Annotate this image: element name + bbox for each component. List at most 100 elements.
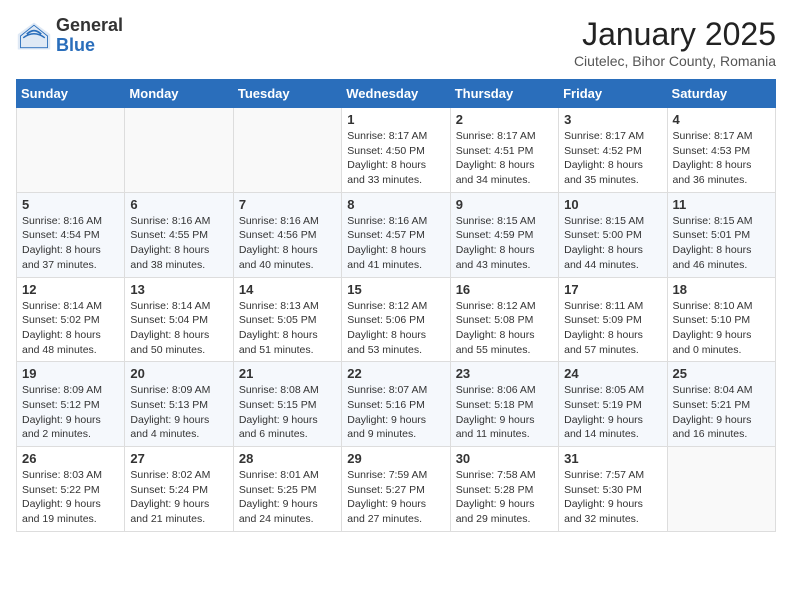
- day-number: 26: [22, 451, 119, 466]
- day-number: 22: [347, 366, 444, 381]
- calendar-day-cell: 4 Sunrise: 8:17 AM Sunset: 4:53 PM Daylig…: [667, 108, 775, 193]
- day-number: 14: [239, 282, 336, 297]
- logo: General Blue: [16, 16, 123, 56]
- day-number: 10: [564, 197, 661, 212]
- day-number: 24: [564, 366, 661, 381]
- calendar-day-cell: 18 Sunrise: 8:10 AM Sunset: 5:10 PM Dayli…: [667, 277, 775, 362]
- day-info: Sunrise: 8:12 AM Sunset: 5:06 PM Dayligh…: [347, 299, 444, 358]
- day-number: 6: [130, 197, 227, 212]
- calendar-day-cell: 24 Sunrise: 8:05 AM Sunset: 5:19 PM Dayli…: [559, 362, 667, 447]
- calendar-empty-cell: [233, 108, 341, 193]
- calendar-day-cell: 30 Sunrise: 7:58 AM Sunset: 5:28 PM Dayli…: [450, 447, 558, 532]
- day-number: 15: [347, 282, 444, 297]
- day-number: 25: [673, 366, 770, 381]
- day-info: Sunrise: 8:17 AM Sunset: 4:53 PM Dayligh…: [673, 129, 770, 188]
- day-number: 19: [22, 366, 119, 381]
- day-number: 18: [673, 282, 770, 297]
- calendar-week-row: 19 Sunrise: 8:09 AM Sunset: 5:12 PM Dayli…: [17, 362, 776, 447]
- calendar-empty-cell: [17, 108, 125, 193]
- calendar-day-cell: 15 Sunrise: 8:12 AM Sunset: 5:06 PM Dayli…: [342, 277, 450, 362]
- day-info: Sunrise: 8:14 AM Sunset: 5:02 PM Dayligh…: [22, 299, 119, 358]
- calendar-day-cell: 9 Sunrise: 8:15 AM Sunset: 4:59 PM Daylig…: [450, 192, 558, 277]
- day-info: Sunrise: 7:57 AM Sunset: 5:30 PM Dayligh…: [564, 468, 661, 527]
- location-subtitle: Ciutelec, Bihor County, Romania: [574, 53, 776, 69]
- calendar-table: SundayMondayTuesdayWednesdayThursdayFrid…: [16, 79, 776, 532]
- day-number: 31: [564, 451, 661, 466]
- day-number: 4: [673, 112, 770, 127]
- day-info: Sunrise: 8:16 AM Sunset: 4:54 PM Dayligh…: [22, 214, 119, 273]
- day-number: 1: [347, 112, 444, 127]
- day-info: Sunrise: 8:15 AM Sunset: 4:59 PM Dayligh…: [456, 214, 553, 273]
- calendar-day-cell: 13 Sunrise: 8:14 AM Sunset: 5:04 PM Dayli…: [125, 277, 233, 362]
- day-info: Sunrise: 8:17 AM Sunset: 4:52 PM Dayligh…: [564, 129, 661, 188]
- day-info: Sunrise: 8:16 AM Sunset: 4:55 PM Dayligh…: [130, 214, 227, 273]
- calendar-day-cell: 2 Sunrise: 8:17 AM Sunset: 4:51 PM Daylig…: [450, 108, 558, 193]
- calendar-day-cell: 7Sunrise: 8:16 AM Sunset: 4:56 PM Daylig…: [233, 192, 341, 277]
- day-info: Sunrise: 8:17 AM Sunset: 4:51 PM Dayligh…: [456, 129, 553, 188]
- day-info: Sunrise: 8:07 AM Sunset: 5:16 PM Dayligh…: [347, 383, 444, 442]
- calendar-day-cell: 14Sunrise: 8:13 AM Sunset: 5:05 PM Dayli…: [233, 277, 341, 362]
- logo-text: General Blue: [56, 16, 123, 56]
- logo-icon: [16, 18, 52, 54]
- calendar-header-row: SundayMondayTuesdayWednesdayThursdayFrid…: [17, 80, 776, 108]
- calendar-day-cell: 5 Sunrise: 8:16 AM Sunset: 4:54 PM Daylig…: [17, 192, 125, 277]
- day-info: Sunrise: 8:17 AM Sunset: 4:50 PM Dayligh…: [347, 129, 444, 188]
- day-info: Sunrise: 8:11 AM Sunset: 5:09 PM Dayligh…: [564, 299, 661, 358]
- day-number: 29: [347, 451, 444, 466]
- day-info: Sunrise: 8:09 AM Sunset: 5:13 PM Dayligh…: [130, 383, 227, 442]
- day-number: 11: [673, 197, 770, 212]
- day-header-thursday: Thursday: [450, 80, 558, 108]
- day-number: 27: [130, 451, 227, 466]
- calendar-day-cell: 21Sunrise: 8:08 AM Sunset: 5:15 PM Dayli…: [233, 362, 341, 447]
- day-info: Sunrise: 8:03 AM Sunset: 5:22 PM Dayligh…: [22, 468, 119, 527]
- calendar-empty-cell: [667, 447, 775, 532]
- calendar-day-cell: 25Sunrise: 8:04 AM Sunset: 5:21 PM Dayli…: [667, 362, 775, 447]
- day-info: Sunrise: 8:12 AM Sunset: 5:08 PM Dayligh…: [456, 299, 553, 358]
- calendar-day-cell: 12Sunrise: 8:14 AM Sunset: 5:02 PM Dayli…: [17, 277, 125, 362]
- day-info: Sunrise: 8:10 AM Sunset: 5:10 PM Dayligh…: [673, 299, 770, 358]
- day-info: Sunrise: 8:14 AM Sunset: 5:04 PM Dayligh…: [130, 299, 227, 358]
- calendar-week-row: 26 Sunrise: 8:03 AM Sunset: 5:22 PM Dayli…: [17, 447, 776, 532]
- day-info: Sunrise: 7:59 AM Sunset: 5:27 PM Dayligh…: [347, 468, 444, 527]
- day-header-friday: Friday: [559, 80, 667, 108]
- day-info: Sunrise: 8:05 AM Sunset: 5:19 PM Dayligh…: [564, 383, 661, 442]
- calendar-day-cell: 23Sunrise: 8:06 AM Sunset: 5:18 PM Dayli…: [450, 362, 558, 447]
- calendar-empty-cell: [125, 108, 233, 193]
- calendar-day-cell: 20 Sunrise: 8:09 AM Sunset: 5:13 PM Dayli…: [125, 362, 233, 447]
- calendar-day-cell: 11Sunrise: 8:15 AM Sunset: 5:01 PM Dayli…: [667, 192, 775, 277]
- logo-blue: Blue: [56, 36, 123, 56]
- calendar-day-cell: 6 Sunrise: 8:16 AM Sunset: 4:55 PM Daylig…: [125, 192, 233, 277]
- page-header: General Blue January 2025 Ciutelec, Biho…: [16, 16, 776, 69]
- day-info: Sunrise: 8:08 AM Sunset: 5:15 PM Dayligh…: [239, 383, 336, 442]
- day-number: 2: [456, 112, 553, 127]
- month-title: January 2025: [574, 16, 776, 53]
- calendar-day-cell: 26 Sunrise: 8:03 AM Sunset: 5:22 PM Dayli…: [17, 447, 125, 532]
- calendar-day-cell: 31 Sunrise: 7:57 AM Sunset: 5:30 PM Dayli…: [559, 447, 667, 532]
- calendar-day-cell: 10 Sunrise: 8:15 AM Sunset: 5:00 PM Dayli…: [559, 192, 667, 277]
- day-number: 28: [239, 451, 336, 466]
- day-number: 23: [456, 366, 553, 381]
- day-number: 16: [456, 282, 553, 297]
- calendar-day-cell: 17 Sunrise: 8:11 AM Sunset: 5:09 PM Dayli…: [559, 277, 667, 362]
- day-number: 9: [456, 197, 553, 212]
- calendar-week-row: 12Sunrise: 8:14 AM Sunset: 5:02 PM Dayli…: [17, 277, 776, 362]
- day-info: Sunrise: 8:01 AM Sunset: 5:25 PM Dayligh…: [239, 468, 336, 527]
- calendar-day-cell: 16 Sunrise: 8:12 AM Sunset: 5:08 PM Dayli…: [450, 277, 558, 362]
- day-info: Sunrise: 8:02 AM Sunset: 5:24 PM Dayligh…: [130, 468, 227, 527]
- calendar-week-row: 5 Sunrise: 8:16 AM Sunset: 4:54 PM Daylig…: [17, 192, 776, 277]
- calendar-day-cell: 3Sunrise: 8:17 AM Sunset: 4:52 PM Daylig…: [559, 108, 667, 193]
- day-number: 13: [130, 282, 227, 297]
- day-number: 8: [347, 197, 444, 212]
- day-number: 17: [564, 282, 661, 297]
- day-info: Sunrise: 7:58 AM Sunset: 5:28 PM Dayligh…: [456, 468, 553, 527]
- day-info: Sunrise: 8:09 AM Sunset: 5:12 PM Dayligh…: [22, 383, 119, 442]
- day-number: 30: [456, 451, 553, 466]
- day-number: 20: [130, 366, 227, 381]
- title-block: January 2025 Ciutelec, Bihor County, Rom…: [574, 16, 776, 69]
- day-number: 5: [22, 197, 119, 212]
- day-header-saturday: Saturday: [667, 80, 775, 108]
- calendar-day-cell: 19 Sunrise: 8:09 AM Sunset: 5:12 PM Dayli…: [17, 362, 125, 447]
- day-header-sunday: Sunday: [17, 80, 125, 108]
- day-info: Sunrise: 8:15 AM Sunset: 5:00 PM Dayligh…: [564, 214, 661, 273]
- calendar-day-cell: 29 Sunrise: 7:59 AM Sunset: 5:27 PM Dayli…: [342, 447, 450, 532]
